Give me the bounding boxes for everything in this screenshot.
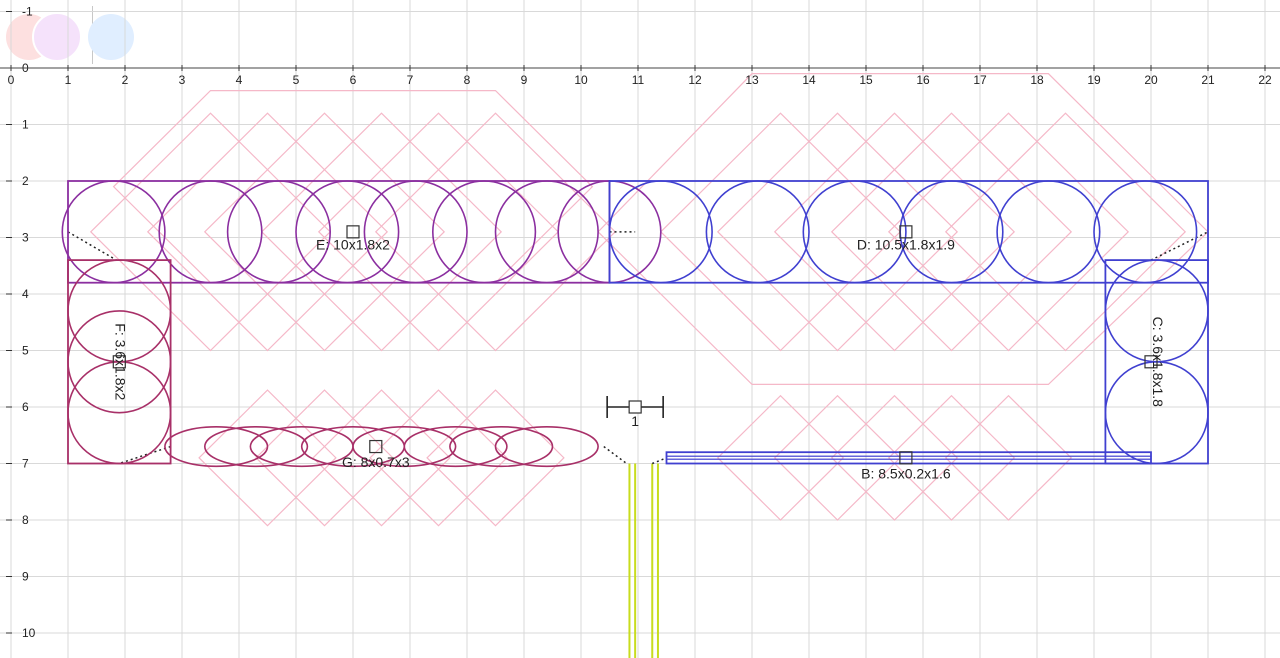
x-tick-label: 4 — [236, 73, 243, 87]
shadow-diamond — [887, 394, 1016, 521]
shadow-diamond — [203, 112, 446, 352]
unit-F[interactable]: F: 3.6x1.8x2 — [67, 259, 172, 465]
x-tick-label: 19 — [1087, 73, 1101, 87]
seat-G — [494, 425, 599, 468]
x-tick-label: 14 — [802, 73, 816, 87]
unit-D-frame — [608, 180, 1209, 284]
y-tick-label: 5 — [22, 344, 29, 358]
shadow-diamond — [944, 112, 1187, 352]
unit-D-label: D: 10.5x1.8x1.9 — [857, 237, 955, 253]
dotted-link — [603, 445, 628, 465]
unit-B-inner — [665, 455, 1152, 460]
unit-E[interactable]: E: 10x1.8x2 — [61, 180, 662, 284]
unit-C[interactable]: C: 3.6x1.8x1.8 — [1104, 259, 1209, 465]
shadow-diamond — [944, 394, 1073, 521]
y-tick-label: 9 — [22, 570, 29, 584]
x-tick-label: 8 — [464, 73, 471, 87]
x-tick-label: 20 — [1144, 73, 1158, 87]
x-tick-label: 10 — [574, 73, 588, 87]
x-tick-label: 1 — [65, 73, 72, 87]
y-tick-label: 3 — [22, 231, 29, 245]
door-handle[interactable] — [628, 400, 642, 414]
x-tick-label: 13 — [745, 73, 759, 87]
shadow-diamond — [887, 112, 1130, 352]
axis-labels: 0 1 2 3 4 5 6 7 8 9 10 11 12 13 14 15 16 17 18 19 20 21 22-101… — [0, 5, 1280, 640]
dotted-link — [67, 231, 117, 261]
seat-D — [1093, 180, 1198, 284]
unit-G-label: G: 8x0.7x3 — [342, 454, 410, 470]
y-tick-label: -1 — [22, 5, 33, 19]
shadow-diamond — [773, 394, 902, 521]
x-tick-label: 9 — [521, 73, 528, 87]
seat-D — [705, 180, 810, 284]
unit-B-label: B: 8.5x0.2x1.6 — [861, 466, 951, 482]
y-tick-label: 8 — [22, 513, 29, 527]
shadow-diamond — [716, 112, 959, 352]
y-tick-label: 10 — [22, 626, 36, 640]
seat-D — [899, 180, 1004, 284]
y-tick-label: 6 — [22, 400, 29, 414]
dotted-link — [119, 445, 171, 465]
y-tick-label: 1 — [22, 118, 29, 132]
y-tick-label: 2 — [22, 174, 29, 188]
unit-B-frame — [665, 451, 1152, 465]
x-tick-label: 11 — [632, 73, 645, 87]
x-tick-label: 2 — [122, 73, 129, 87]
seat-E — [363, 180, 468, 284]
x-tick-label: 15 — [859, 73, 873, 87]
y-tick-label: 7 — [22, 457, 29, 471]
x-tick-label: 17 — [973, 73, 987, 87]
floorplan-canvas[interactable]: 0 1 2 3 4 5 6 7 8 9 10 11 12 13 14 15 16 17 18 19 20 21 22-101… — [0, 0, 1280, 658]
unit-E-label: E: 10x1.8x2 — [316, 237, 390, 253]
x-tick-label: 18 — [1030, 73, 1044, 87]
door-label: 1 — [631, 413, 639, 429]
unit-B[interactable]: B: 8.5x0.2x1.6 — [665, 451, 1152, 482]
seat-E — [158, 180, 263, 284]
seat-G — [449, 425, 554, 468]
x-tick-label: 3 — [179, 73, 186, 87]
x-tick-label: 22 — [1258, 73, 1272, 87]
y-tick-label: 4 — [22, 287, 29, 301]
shadow-diamond — [659, 112, 902, 352]
x-tick-label: 5 — [293, 73, 300, 87]
seat-D — [802, 180, 907, 284]
unit-G-handle[interactable] — [369, 439, 383, 454]
seat-D — [996, 180, 1101, 284]
unit-D[interactable]: D: 10.5x1.8x1.9 — [608, 180, 1209, 284]
seat-E — [61, 180, 166, 284]
x-tick-label: 0 — [8, 73, 15, 87]
seat-G — [204, 425, 309, 468]
x-tick-label: 16 — [916, 73, 930, 87]
shadow-diamond — [830, 394, 959, 521]
dotted-link — [1150, 231, 1209, 261]
x-tick-label: 12 — [688, 73, 702, 87]
shadow-diamond — [89, 112, 332, 352]
x-tick-label: 6 — [350, 73, 357, 87]
unit-B-handle[interactable] — [899, 451, 913, 465]
x-tick-label: 7 — [407, 73, 414, 87]
shadow-diamond — [260, 112, 503, 352]
unit-C-label: C: 3.6x1.8x1.8 — [1150, 317, 1166, 407]
seat-E — [432, 180, 537, 284]
shadow-diamond — [146, 112, 389, 352]
shadow-diamond — [716, 394, 845, 521]
seat-G — [164, 425, 269, 468]
dotted-link — [651, 457, 667, 465]
table-units[interactable]: E: 10x1.8x2 D: 10.5x1.8x1.9 C: 3.6x1.8x1.8… — [61, 180, 1209, 482]
x-tick-label: 21 — [1201, 73, 1215, 87]
shadow-diamond — [830, 112, 1073, 352]
door-marker[interactable]: 1 — [606, 396, 664, 429]
shadow-outline — [597, 73, 1209, 385]
shadow-diamond — [773, 112, 1016, 352]
unit-F-label: F: 3.6x1.8x2 — [113, 323, 129, 400]
seat-E — [226, 180, 331, 284]
shadow-diamond — [198, 389, 337, 527]
shadow-diamond — [317, 112, 560, 352]
